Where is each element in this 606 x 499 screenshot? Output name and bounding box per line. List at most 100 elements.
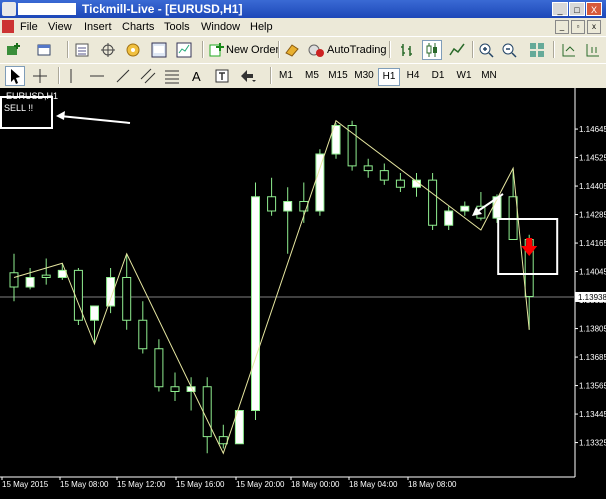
time-tick-label: 15 May 2015 bbox=[2, 480, 49, 489]
candle-body bbox=[251, 196, 260, 411]
zoom-out-icon[interactable] bbox=[500, 41, 518, 59]
candle-body bbox=[41, 274, 51, 278]
sell-annotation: SELL !! bbox=[4, 103, 34, 113]
price-tick-label: 1.13325 bbox=[579, 439, 606, 448]
candlestick-chart[interactable]: 1.14645 1.14525 1.14405 1.14285 1.14165 1.140… bbox=[0, 88, 606, 499]
fibonacci-icon[interactable] bbox=[163, 67, 181, 85]
channel-icon[interactable] bbox=[139, 67, 157, 85]
timeframe-m1[interactable]: M1 bbox=[276, 68, 296, 84]
time-tick-label: 18 May 08:00 bbox=[408, 480, 457, 489]
menu-view[interactable]: View bbox=[48, 21, 72, 33]
terminal-icon[interactable] bbox=[150, 41, 168, 59]
crosshair-icon[interactable] bbox=[31, 67, 49, 85]
menu-window[interactable]: Window bbox=[201, 21, 240, 33]
line-studies-toolbar: A M1 M5 M15 M30 H1 H4 D1 W1 MN bbox=[0, 63, 606, 89]
price-tick-label: 1.14285 bbox=[579, 211, 606, 220]
tile-windows-icon[interactable] bbox=[528, 41, 546, 59]
candle-body bbox=[267, 196, 277, 212]
minimize-button[interactable]: _ bbox=[552, 2, 568, 16]
auto-scroll-icon[interactable] bbox=[560, 41, 578, 59]
chart-shift-icon[interactable] bbox=[584, 41, 602, 59]
candle-body bbox=[25, 277, 35, 288]
close-button[interactable]: X bbox=[586, 2, 602, 16]
market-watch-icon[interactable] bbox=[73, 41, 91, 59]
candlestick-chart-icon[interactable] bbox=[422, 40, 442, 60]
zigzag-line bbox=[13, 119, 530, 455]
text-label-icon[interactable] bbox=[213, 67, 231, 85]
trendline-icon[interactable] bbox=[114, 67, 132, 85]
new-order-icon[interactable] bbox=[207, 41, 225, 59]
line-chart-icon[interactable] bbox=[448, 41, 466, 59]
horizontal-line-icon[interactable] bbox=[88, 67, 106, 85]
price-tick-label: 1.14405 bbox=[579, 182, 606, 191]
timeframe-d1[interactable]: D1 bbox=[429, 68, 447, 84]
menu-charts[interactable]: Charts bbox=[122, 21, 154, 33]
timeframe-h4[interactable]: H4 bbox=[404, 68, 422, 84]
timeframe-m5[interactable]: M5 bbox=[301, 68, 323, 84]
navigator-icon[interactable] bbox=[124, 41, 142, 59]
profiles-icon[interactable] bbox=[36, 41, 54, 59]
zoom-in-icon[interactable] bbox=[477, 41, 495, 59]
strategy-tester-icon[interactable] bbox=[175, 41, 193, 59]
timeframe-w1[interactable]: W1 bbox=[454, 68, 474, 84]
data-window-icon[interactable] bbox=[99, 41, 117, 59]
title-bar: Tickmill-Live - [EURUSD,H1] _ □ X bbox=[0, 0, 606, 18]
price-tick-label: 1.13685 bbox=[579, 353, 606, 362]
candle-body bbox=[428, 179, 438, 226]
time-tick-label: 15 May 08:00 bbox=[60, 480, 109, 489]
autotrading-icon[interactable] bbox=[307, 41, 325, 59]
timeframe-m30[interactable]: M30 bbox=[352, 68, 376, 84]
time-tick-label: 18 May 04:00 bbox=[349, 480, 398, 489]
candle-body bbox=[218, 436, 228, 445]
candle-body bbox=[90, 305, 99, 321]
menu-file[interactable]: File bbox=[20, 21, 38, 33]
time-tick-label: 15 May 20:00 bbox=[236, 480, 285, 489]
price-tick-label: 1.13805 bbox=[579, 325, 606, 334]
standard-toolbar: New Order AutoTrading bbox=[0, 36, 606, 64]
candle-body bbox=[444, 210, 454, 226]
text-tool-icon[interactable]: A bbox=[192, 69, 201, 84]
menu-tools[interactable]: Tools bbox=[164, 21, 190, 33]
maximize-button[interactable]: □ bbox=[569, 2, 585, 16]
candle-body bbox=[283, 201, 293, 212]
redacted-account bbox=[18, 3, 76, 15]
app-icon bbox=[2, 2, 16, 16]
candle-body bbox=[138, 319, 148, 350]
new-chart-icon[interactable] bbox=[5, 41, 23, 59]
menu-insert[interactable]: Insert bbox=[84, 21, 112, 33]
menu-bar: File View Insert Charts Tools Window Hel… bbox=[0, 18, 606, 36]
candle-body bbox=[154, 348, 164, 388]
annotation-arrow-head bbox=[56, 111, 65, 120]
symbol-label: EURUSD,H1 bbox=[6, 91, 59, 101]
window-title: Tickmill-Live - [EURUSD,H1] bbox=[82, 2, 243, 16]
bar-chart-icon[interactable] bbox=[398, 41, 416, 59]
menu-help[interactable]: Help bbox=[250, 21, 273, 33]
metaeditor-icon[interactable] bbox=[283, 41, 301, 59]
timeframe-h1[interactable]: H1 bbox=[378, 68, 400, 86]
cursor-icon[interactable] bbox=[5, 66, 25, 86]
candle-body bbox=[363, 165, 373, 172]
candle-body bbox=[170, 386, 180, 392]
time-tick-label: 15 May 12:00 bbox=[117, 480, 166, 489]
mdi-restore-button[interactable]: ▫ bbox=[571, 20, 585, 34]
price-tick-label: 1.13565 bbox=[579, 382, 606, 391]
candle-body bbox=[315, 153, 325, 212]
document-icon bbox=[2, 20, 14, 33]
timeframe-mn[interactable]: MN bbox=[479, 68, 499, 84]
candle-body bbox=[379, 170, 389, 181]
timeframe-m15[interactable]: M15 bbox=[326, 68, 350, 84]
arrows-dropdown-icon[interactable] bbox=[238, 67, 256, 85]
candle-body bbox=[395, 179, 405, 188]
candle-body bbox=[122, 277, 132, 321]
candle-body bbox=[460, 205, 470, 212]
price-tick-label: 1.14645 bbox=[579, 125, 606, 134]
mdi-minimize-button[interactable]: _ bbox=[555, 20, 569, 34]
current-price-label: 1.13938 bbox=[578, 293, 606, 302]
vertical-line-icon[interactable] bbox=[62, 67, 80, 85]
time-tick-label: 15 May 16:00 bbox=[176, 480, 225, 489]
candle-body bbox=[9, 272, 19, 288]
price-chart[interactable]: 1.14645 1.14525 1.14405 1.14285 1.14165 1.140… bbox=[0, 88, 606, 499]
new-order-label[interactable]: New Order bbox=[226, 44, 279, 56]
autotrading-label[interactable]: AutoTrading bbox=[327, 44, 387, 56]
mdi-close-button[interactable]: x bbox=[587, 20, 601, 34]
